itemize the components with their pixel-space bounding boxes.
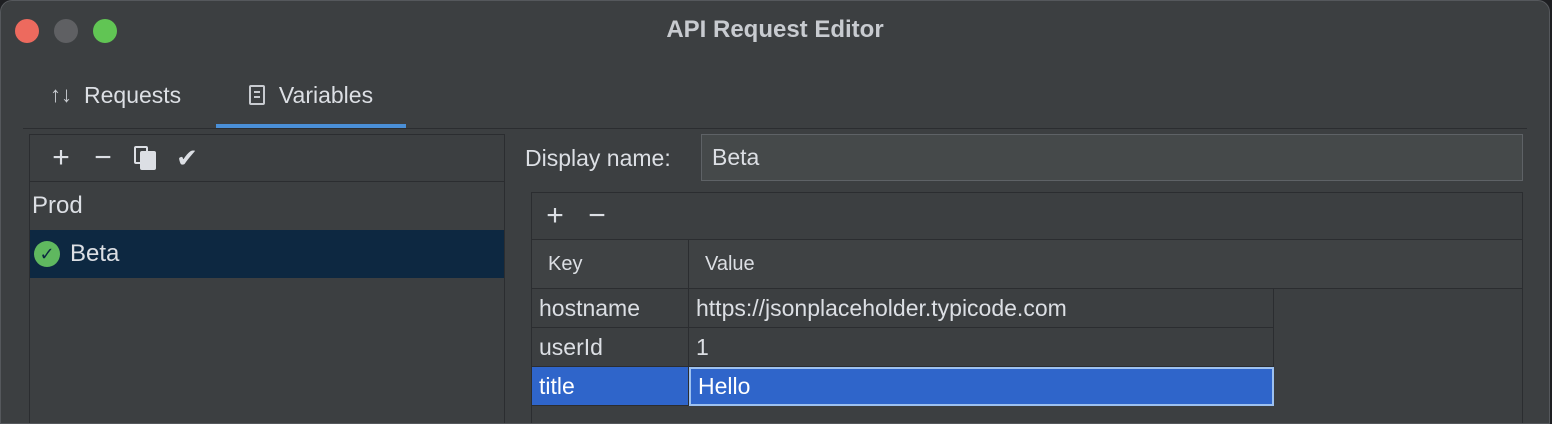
variables-table-header: Key Value bbox=[532, 240, 1522, 289]
environment-label: Prod bbox=[32, 192, 83, 219]
title-bar: API Request Editor bbox=[1, 1, 1549, 59]
remove-environment-button[interactable]: − bbox=[82, 138, 124, 178]
tab-requests[interactable]: ↑↓ Requests bbox=[50, 63, 181, 127]
variable-value-cell[interactable]: 1 bbox=[689, 328, 1274, 367]
variable-value-cell[interactable]: https://jsonplaceholder.typicode.com bbox=[689, 289, 1274, 328]
variables-panel: + − Key Value hostname https://jsonplace… bbox=[531, 192, 1523, 423]
display-name-input[interactable] bbox=[701, 134, 1523, 181]
sort-arrows-icon: ↑↓ bbox=[50, 82, 72, 107]
environment-label: Beta bbox=[70, 240, 120, 267]
variable-key-cell[interactable]: userId bbox=[532, 328, 689, 367]
minus-icon: − bbox=[94, 141, 112, 174]
column-header-key[interactable]: Key bbox=[532, 240, 689, 288]
table-row-selected[interactable]: title Hello bbox=[532, 367, 1274, 406]
plus-icon: + bbox=[52, 141, 70, 174]
window-title: API Request Editor bbox=[666, 16, 884, 43]
table-row[interactable]: userId 1 bbox=[532, 328, 1274, 367]
environment-item-beta[interactable]: ✓ Beta bbox=[30, 230, 504, 278]
copy-environment-button[interactable] bbox=[124, 138, 166, 178]
variable-key-cell[interactable]: title bbox=[532, 367, 689, 406]
variable-value-editor[interactable]: Hello bbox=[689, 367, 1274, 406]
set-default-environment-button[interactable]: ✔ bbox=[166, 138, 208, 178]
active-tab-indicator bbox=[216, 124, 406, 128]
environment-toolbar: + − ✔ bbox=[30, 135, 504, 182]
column-header-value[interactable]: Value bbox=[689, 240, 755, 288]
environment-list-panel: + − ✔ Prod ✓ Beta bbox=[29, 134, 505, 423]
minus-icon: − bbox=[588, 199, 606, 232]
document-icon bbox=[248, 85, 265, 105]
tab-variables-label: Variables bbox=[278, 81, 374, 108]
table-row[interactable]: hostname https://jsonplaceholder.typicod… bbox=[532, 289, 1274, 328]
add-variable-button[interactable]: + bbox=[534, 196, 576, 236]
variable-key-cell[interactable]: hostname bbox=[532, 289, 689, 328]
default-check-icon: ✓ bbox=[34, 241, 60, 267]
api-request-editor-window: API Request Editor ↑↓ Requests Variables… bbox=[0, 0, 1550, 424]
plus-icon: + bbox=[546, 199, 564, 232]
environment-item-prod[interactable]: Prod bbox=[30, 182, 504, 230]
tab-bar: ↑↓ Requests Variables bbox=[23, 63, 1527, 129]
tab-variables[interactable]: Variables bbox=[216, 63, 406, 128]
remove-variable-button[interactable]: − bbox=[576, 196, 618, 236]
add-environment-button[interactable]: + bbox=[40, 138, 82, 178]
variables-toolbar: + − bbox=[532, 193, 1522, 240]
display-name-label: Display name: bbox=[525, 145, 671, 171]
checkmark-icon: ✔ bbox=[176, 142, 198, 173]
tab-requests-label: Requests bbox=[84, 81, 182, 108]
copy-icon bbox=[134, 146, 156, 170]
